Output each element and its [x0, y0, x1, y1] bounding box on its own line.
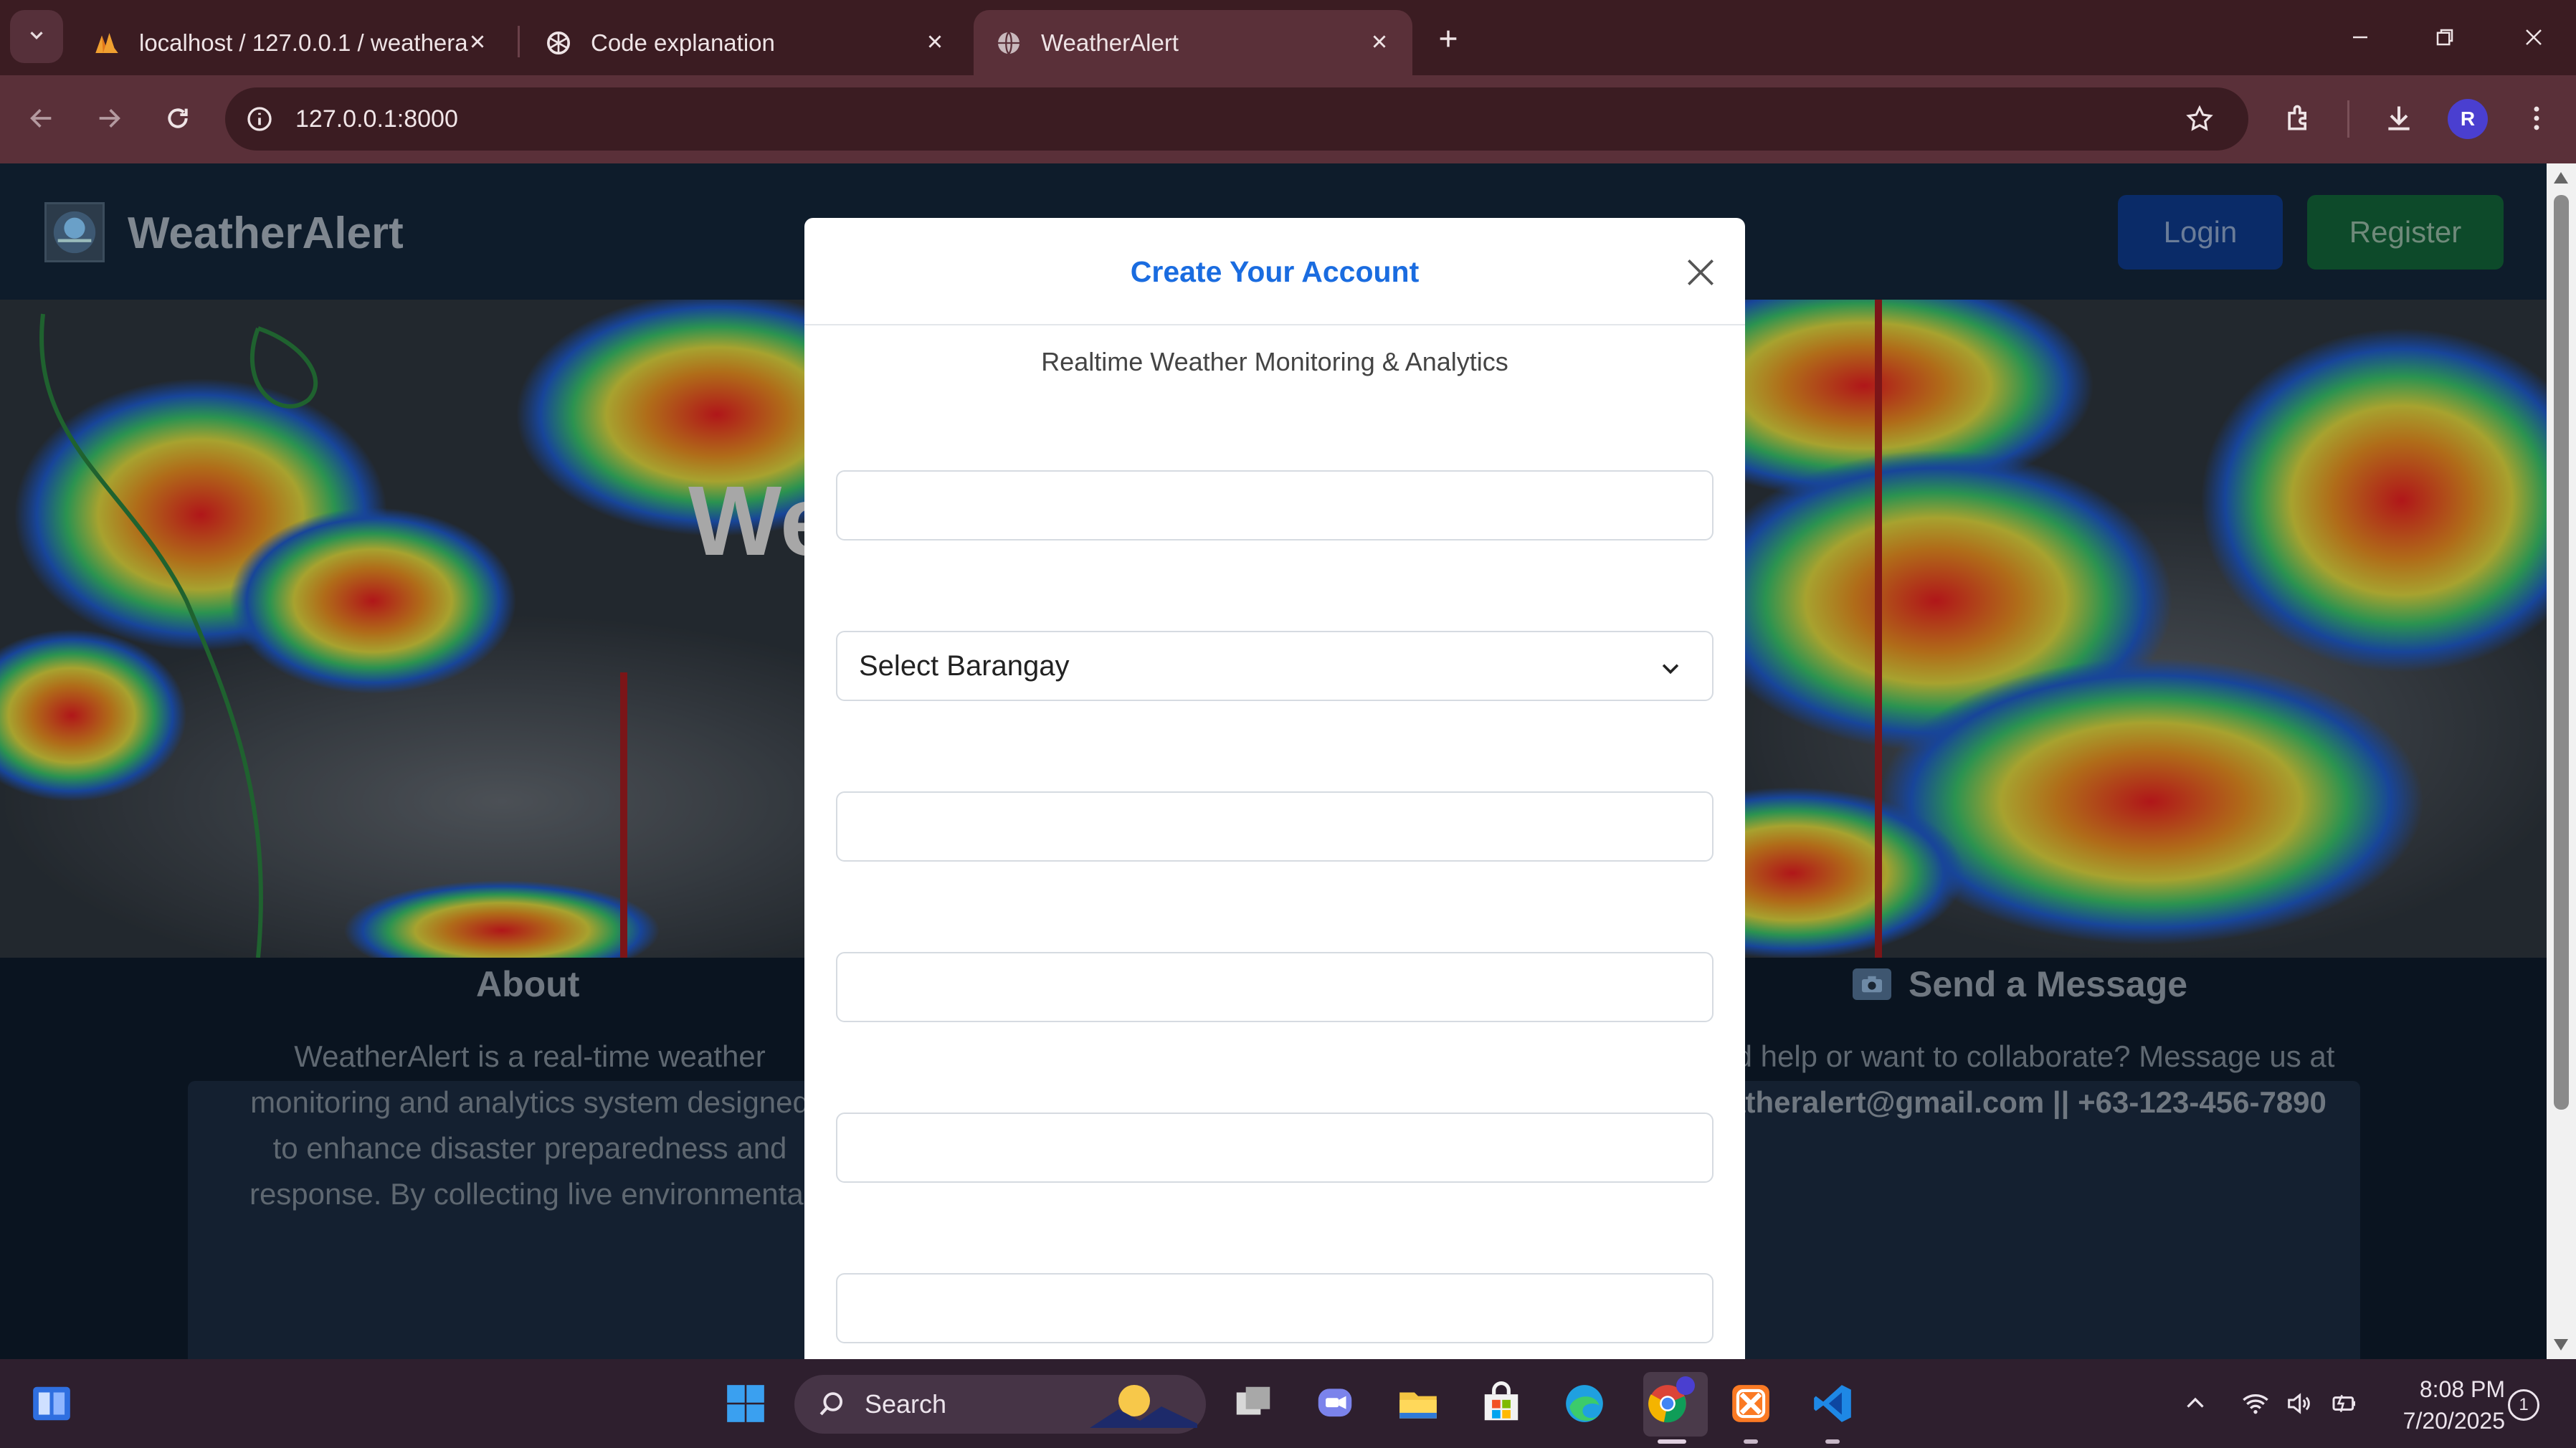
start-windows-icon[interactable] [717, 1375, 774, 1432]
edge-browser-icon[interactable] [1556, 1375, 1613, 1432]
modal-header: Create Your Account [804, 218, 1745, 325]
about-heading: About [476, 964, 580, 1004]
modal-subtitle: Realtime Weather Monitoring & Analytics [1041, 347, 1508, 376]
camera-icon [1853, 968, 1891, 1000]
notification-badge[interactable]: 1 [2508, 1389, 2539, 1421]
close-tab-icon[interactable] [1364, 26, 1395, 57]
about-text: WeatherAlert is a real-time weather moni… [249, 1039, 811, 1211]
registration-field-3[interactable] [836, 952, 1714, 1022]
browser-tab-bar: localhost / 127.0.0.1 / weathera Code ex… [0, 0, 2576, 75]
tab-search-button[interactable] [10, 10, 63, 63]
scroll-down-arrow[interactable] [2554, 1339, 2568, 1351]
message-text: Need help or want to collaborate? Messag… [1670, 1034, 2344, 1125]
system-clock[interactable]: 8:08 PM 7/20/2025 [2376, 1373, 2505, 1437]
tab-code-explanation[interactable]: Code explanation [523, 10, 968, 75]
vscode-running-indicator [1825, 1439, 1840, 1444]
login-button[interactable]: Login [2118, 195, 2283, 270]
message-text-prefix: Need help or want to collaborate? Messag… [1680, 1039, 2335, 1073]
vscode-icon[interactable] [1804, 1375, 1861, 1432]
search-icon [813, 1386, 850, 1423]
page-scrollbar[interactable] [2547, 163, 2576, 1359]
send-message-heading-label: Send a Message [1909, 964, 2188, 1004]
battery-icon[interactable] [2326, 1385, 2363, 1422]
bookmark-star-icon[interactable] [2180, 99, 2220, 139]
barangay-select[interactable]: Select Barangay [836, 631, 1714, 701]
site-info-icon[interactable] [239, 99, 280, 139]
scrollbar-thumb[interactable] [2554, 195, 2569, 1110]
wifi-icon[interactable] [2237, 1385, 2274, 1422]
tab-phpmyadmin[interactable]: localhost / 127.0.0.1 / weathera [72, 10, 510, 75]
address-bar[interactable]: 127.0.0.1:8000 [225, 87, 2248, 151]
taskbar-search[interactable]: Search [794, 1375, 1206, 1434]
xampp-icon[interactable] [1722, 1375, 1779, 1432]
send-message-heading: Send a Message [1853, 963, 2187, 1005]
create-account-modal: Create Your Account Realtime Weather Mon… [804, 218, 1745, 1359]
minimize-icon[interactable] [2339, 16, 2382, 59]
registration-field-4[interactable] [836, 1113, 1714, 1183]
search-label: Search [865, 1389, 947, 1419]
scroll-up-arrow[interactable] [2554, 172, 2568, 184]
tab-separator [518, 26, 520, 57]
contact-phone[interactable]: +63-123-456-7890 [2078, 1085, 2327, 1119]
new-tab-button[interactable] [1430, 20, 1467, 57]
chevron-down-icon [1656, 654, 1685, 682]
clock-time: 8:08 PM [2419, 1376, 2505, 1402]
tab-title: localhost / 127.0.0.1 / weathera [139, 29, 468, 56]
url-text: 127.0.0.1:8000 [295, 105, 458, 133]
search-highlight-image [1090, 1381, 1197, 1432]
widgets-icon[interactable] [23, 1375, 80, 1432]
teams-chat-icon[interactable] [1306, 1375, 1364, 1432]
profile-avatar[interactable]: R [2448, 99, 2488, 139]
restore-icon[interactable] [2423, 16, 2466, 59]
close-window-icon[interactable] [2512, 16, 2555, 59]
barangay-select-value: Select Barangay [859, 649, 1070, 682]
close-tab-icon[interactable] [919, 26, 951, 57]
registration-field-1[interactable] [836, 470, 1714, 540]
contact-separator: || [2052, 1085, 2070, 1119]
modal-title: Create Your Account [1130, 255, 1420, 288]
clock-date: 7/20/2025 [2402, 1408, 2505, 1434]
tab-title: WeatherAlert [1041, 29, 1179, 56]
chevron-up-icon[interactable] [2177, 1385, 2214, 1422]
task-view-icon[interactable] [1225, 1375, 1282, 1432]
back-icon[interactable] [20, 97, 63, 140]
microsoft-store-icon[interactable] [1473, 1375, 1530, 1432]
chevron-down-icon [26, 24, 47, 49]
site-brand[interactable]: WeatherAlert [128, 208, 404, 259]
register-button[interactable]: Register [2307, 195, 2504, 270]
globe-icon [994, 28, 1024, 58]
chrome-profile-badge [1676, 1376, 1695, 1395]
openai-icon [543, 28, 574, 58]
browser-toolbar: 127.0.0.1:8000 [0, 75, 2576, 163]
chrome-running-indicator [1658, 1439, 1686, 1444]
extensions-icon[interactable] [2277, 97, 2320, 140]
chrome-icon[interactable] [1639, 1375, 1696, 1432]
reload-icon[interactable] [156, 97, 199, 140]
forward-icon[interactable] [87, 97, 130, 140]
registration-field-5[interactable] [836, 1273, 1714, 1343]
tab-weatheralert[interactable]: WeatherAlert [974, 10, 1412, 75]
weatheralert-logo[interactable] [44, 202, 105, 262]
close-tab-icon[interactable] [462, 26, 493, 57]
downloads-icon[interactable] [2377, 97, 2420, 140]
toolbar-divider [2347, 100, 2349, 138]
menu-kebab-icon[interactable] [2515, 97, 2558, 140]
tab-title: Code explanation [591, 29, 775, 56]
volume-icon[interactable] [2280, 1385, 2317, 1422]
xampp-running-indicator [1744, 1439, 1758, 1444]
registration-field-2[interactable] [836, 791, 1714, 862]
close-icon[interactable] [1678, 249, 1724, 295]
file-explorer-icon[interactable] [1389, 1375, 1447, 1432]
phpmyadmin-icon [92, 28, 122, 58]
windows-taskbar: Search 8:08 PM 7/20/2025 1 [0, 1359, 2576, 1448]
